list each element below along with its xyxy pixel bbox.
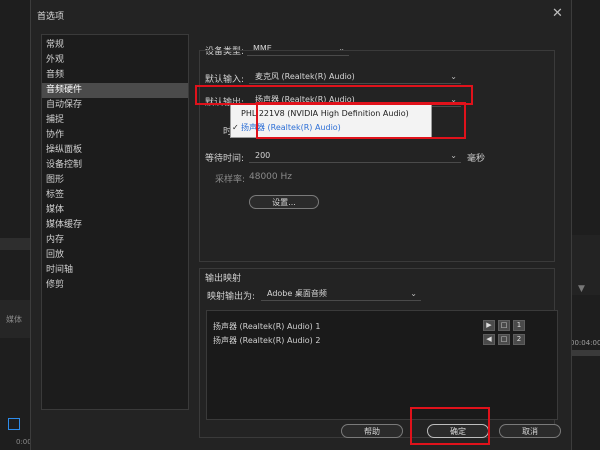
channel-number: 2: [513, 334, 525, 345]
latency-label: 等待时间:: [205, 154, 245, 164]
output-option-label: PHL 221V8 (NVIDIA High Definition Audio): [241, 109, 409, 118]
category-item[interactable]: 协作: [42, 128, 188, 143]
category-item[interactable]: 音频: [42, 68, 188, 83]
background-strip-right: [570, 235, 600, 295]
background-timecode-right: 00:04:00:0: [570, 339, 600, 347]
dialog-titlebar: 首选项 ✕: [31, 0, 571, 28]
background-strip: [0, 238, 30, 250]
shield-icon: ▼: [578, 284, 585, 294]
speaker-icon[interactable]: ▶: [483, 320, 495, 331]
category-item[interactable]: 标签: [42, 188, 188, 203]
category-list: 常规 外观 音频 音频硬件 自动保存 捕捉 协作 操纵面板 设备控制 图形 标签…: [41, 34, 189, 410]
chevron-down-icon: ⌄: [450, 72, 457, 81]
latency-unit: 毫秒: [467, 154, 486, 164]
preferences-dialog: 首选项 ✕ 常规 外观 音频 音频硬件 自动保存 捕捉 协作 操纵面板 设备控制…: [30, 0, 572, 450]
map-output-dropdown[interactable]: Adobe 桌面音频 ⌄: [261, 287, 421, 301]
background-panel-label: 媒体: [6, 315, 22, 324]
channel-number: 1: [513, 320, 525, 331]
map-output-label: 映射输出为:: [207, 292, 256, 302]
category-item[interactable]: 设备控制: [42, 158, 188, 173]
speaker-icon[interactable]: ◀: [483, 334, 495, 345]
output-option-label: 扬声器 (Realtek(R) Audio): [241, 123, 341, 132]
settings-button[interactable]: 设置...: [249, 195, 319, 209]
default-input-dropdown[interactable]: 麦克风 (Realtek(R) Audio) ⌄: [249, 70, 461, 84]
cancel-button[interactable]: 取消: [499, 424, 561, 438]
category-item[interactable]: 时间轴: [42, 263, 188, 278]
background-thumbnail-icon: [8, 418, 20, 430]
category-item[interactable]: 媒体: [42, 203, 188, 218]
background-left-panel: 媒体 0:00: [0, 0, 32, 450]
latency-value: 200: [255, 151, 271, 160]
chevron-down-icon: ⌄: [450, 95, 457, 104]
ok-button[interactable]: 确定: [427, 424, 489, 438]
output-option[interactable]: PHL 221V8 (NVIDIA High Definition Audio): [231, 107, 431, 121]
frame-icon[interactable]: □: [498, 334, 510, 345]
category-item[interactable]: 捕捉: [42, 113, 188, 128]
map-output-value: Adobe 桌面音频: [267, 289, 327, 298]
background-scrollbar: [570, 350, 600, 356]
chevron-down-icon: ⌄: [450, 151, 457, 160]
output-option-selected[interactable]: ✓ 扬声器 (Realtek(R) Audio): [231, 121, 431, 135]
latency-dropdown[interactable]: 200 ⌄: [249, 149, 461, 163]
category-item[interactable]: 外观: [42, 53, 188, 68]
category-item[interactable]: 操纵面板: [42, 143, 188, 158]
category-item[interactable]: 图形: [42, 173, 188, 188]
sample-rate-value: 48000 Hz: [249, 172, 292, 182]
category-item[interactable]: 媒体缓存: [42, 218, 188, 233]
dialog-title: 首选项: [37, 12, 65, 22]
channel-label[interactable]: 扬声器 (Realtek(R) Audio) 2: [213, 335, 320, 346]
help-button[interactable]: 帮助: [341, 424, 403, 438]
output-mapping-title: 输出映射: [205, 274, 242, 284]
default-input-label: 默认输入:: [205, 75, 245, 85]
default-input-value: 麦克风 (Realtek(R) Audio): [255, 72, 355, 81]
chevron-down-icon: ⌄: [410, 289, 417, 298]
checkmark-icon: ✓: [232, 123, 239, 132]
output-dropdown-menu: PHL 221V8 (NVIDIA High Definition Audio)…: [230, 104, 432, 138]
category-item-selected[interactable]: 音频硬件: [42, 83, 188, 98]
category-item[interactable]: 修剪: [42, 278, 188, 293]
category-item[interactable]: 回放: [42, 248, 188, 263]
channel-mapping-box: 扬声器 (Realtek(R) Audio) 1 扬声器 (Realtek(R)…: [206, 310, 558, 420]
category-item[interactable]: 自动保存: [42, 98, 188, 113]
close-icon[interactable]: ✕: [552, 6, 563, 21]
frame-icon[interactable]: □: [498, 320, 510, 331]
category-item[interactable]: 内存: [42, 233, 188, 248]
background-right-panel: ▼ 00:04:00:0: [570, 0, 600, 450]
sample-rate-label: 采样率:: [215, 175, 246, 185]
channel-label[interactable]: 扬声器 (Realtek(R) Audio) 1: [213, 321, 320, 332]
default-output-value: 扬声器 (Realtek(R) Audio): [255, 95, 355, 104]
category-item[interactable]: 常规: [42, 38, 188, 53]
